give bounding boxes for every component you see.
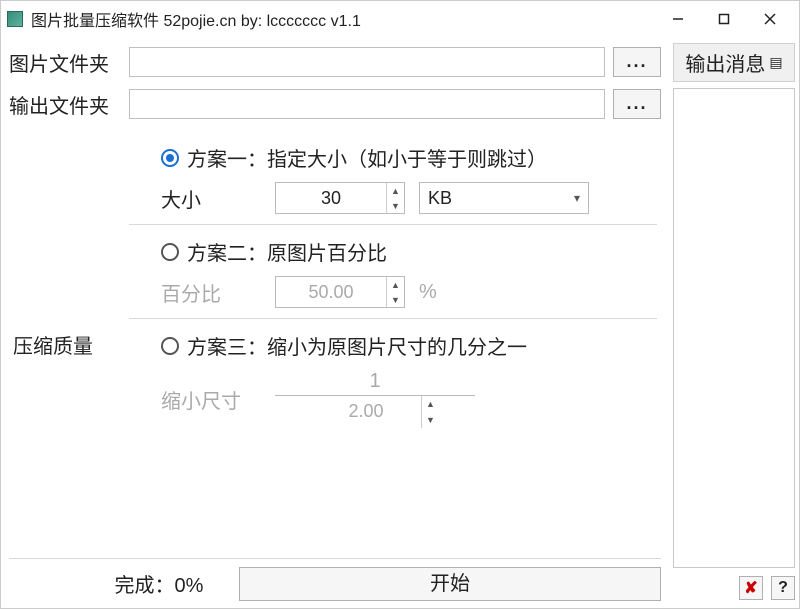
size-unit-value: KB (428, 188, 452, 209)
shrink-label: 缩小尺寸 (161, 385, 261, 414)
app-icon (7, 11, 23, 27)
size-label: 大小 (161, 184, 261, 213)
main-panel: 图片文件夹 ... 输出文件夹 ... 压缩质量 方案一：指定大小（如小于等于则… (1, 37, 669, 608)
close-icon: ✘ (744, 578, 757, 598)
clear-log-button[interactable]: ✘ (739, 576, 763, 600)
percent-value: 50.00 (276, 277, 386, 307)
image-folder-input[interactable] (129, 47, 605, 77)
help-icon: ? (778, 579, 788, 597)
percent-spin-down-icon: ▼ (387, 292, 404, 307)
shrink-denominator: 2.00 (311, 396, 421, 428)
percent-spin: 50.00 ▲ ▼ (275, 276, 405, 308)
scheme-3-radio[interactable] (161, 337, 179, 355)
shrink-spin-up-icon: ▲ (422, 396, 439, 412)
window-title: 图片批量压缩软件 52pojie.cn by: lccccccc v1.1 (31, 7, 361, 31)
shrink-fraction: 1 2.00 ▲ ▼ (275, 370, 475, 428)
close-button[interactable] (747, 3, 793, 35)
shrink-numerator: 1 (369, 370, 380, 395)
minimize-button[interactable] (655, 3, 701, 35)
percent-unit: % (419, 281, 437, 304)
percent-spin-up-icon: ▲ (387, 277, 404, 292)
percent-label: 百分比 (161, 278, 261, 307)
compression-quality-label: 压缩质量 (9, 131, 129, 558)
scheme-2-radio-row[interactable]: 方案二：原图片百分比 (129, 231, 657, 276)
output-folder-label: 输出文件夹 (9, 90, 129, 119)
progress-label: 完成：0% (9, 569, 229, 598)
title-bar: 图片批量压缩软件 52pojie.cn by: lccccccc v1.1 (1, 1, 799, 37)
scheme-1-radio-row[interactable]: 方案一：指定大小（如小于等于则跳过） (129, 137, 657, 182)
side-panel: 输出消息 ▤ ✘ ? (669, 37, 799, 608)
start-button[interactable]: 开始 (239, 567, 661, 601)
output-folder-browse-button[interactable]: ... (613, 89, 661, 119)
size-unit-combo[interactable]: KB ▾ (419, 182, 589, 214)
size-spin-up-icon[interactable]: ▲ (387, 183, 404, 198)
image-folder-browse-button[interactable]: ... (613, 47, 661, 77)
scheme-3-radio-label: 方案三：缩小为原图片尺寸的几分之一 (187, 331, 527, 360)
output-folder-input[interactable] (129, 89, 605, 119)
output-log-header: 输出消息 ▤ (673, 43, 795, 82)
scheme-2-radio-label: 方案二：原图片百分比 (187, 237, 387, 266)
image-folder-row: 图片文件夹 ... (9, 47, 661, 77)
size-spin-down-icon[interactable]: ▼ (387, 198, 404, 213)
output-log-header-label: 输出消息 (685, 48, 765, 77)
size-value[interactable]: 30 (276, 183, 386, 213)
image-folder-label: 图片文件夹 (9, 48, 129, 77)
log-append-icon: ▤ (769, 54, 782, 71)
shrink-spin-down-icon: ▼ (422, 412, 439, 428)
help-button[interactable]: ? (771, 576, 795, 600)
size-spin[interactable]: 30 ▲ ▼ (275, 182, 405, 214)
maximize-button[interactable] (701, 3, 747, 35)
chevron-down-icon: ▾ (574, 191, 580, 205)
footer-row: 完成：0% 开始 (9, 558, 661, 600)
output-log-box[interactable] (673, 88, 795, 568)
scheme-1-radio-label: 方案一：指定大小（如小于等于则跳过） (187, 143, 547, 172)
scheme-3-radio-row[interactable]: 方案三：缩小为原图片尺寸的几分之一 (129, 325, 657, 370)
shrink-denominator-spin: 2.00 ▲ ▼ (311, 396, 439, 428)
scheme-1-radio[interactable] (161, 149, 179, 167)
scheme-2-radio[interactable] (161, 243, 179, 261)
scheme-1-block: 方案一：指定大小（如小于等于则跳过） 大小 30 ▲ ▼ KB (129, 131, 657, 225)
scheme-3-block: 方案三：缩小为原图片尺寸的几分之一 缩小尺寸 1 2.00 ▲ (129, 319, 657, 438)
scheme-2-block: 方案二：原图片百分比 百分比 50.00 ▲ ▼ % (129, 225, 657, 319)
output-folder-row: 输出文件夹 ... (9, 89, 661, 119)
